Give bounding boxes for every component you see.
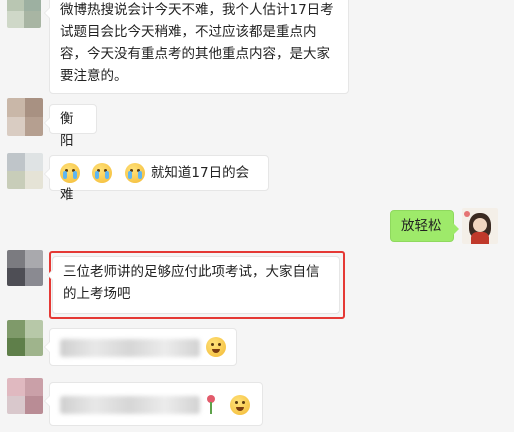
avatar[interactable] <box>7 153 43 189</box>
message-bubble: 衡阳 <box>44 104 97 149</box>
message-bubble <box>44 328 237 366</box>
avatar[interactable] <box>7 0 41 28</box>
message-text: 微博热搜说会计今天不难，我个人估计17日考试题目会比今天稍难，不过应该都是重点内… <box>60 2 334 84</box>
self-message-bubble: 放轻松 <box>390 210 459 242</box>
redacted-text <box>60 396 200 414</box>
crying-emoji-icon <box>92 163 113 183</box>
message-bubble: 微博热搜说会计今天不难，我个人估计17日考试题目会比今天稍难，不过应该都是重点内… <box>44 0 349 94</box>
avatar[interactable] <box>7 98 43 136</box>
avatar[interactable] <box>7 378 43 414</box>
message-text: 三位老师讲的足够应付此项考试，大家自信的上考场吧 <box>63 264 320 302</box>
avatar[interactable] <box>7 250 43 286</box>
message-bubble <box>44 382 263 426</box>
message-bubble: 三位老师讲的足够应付此项考试，大家自信的上考场吧 <box>47 256 340 314</box>
rose-emoji-icon <box>206 395 216 415</box>
crying-emoji-icon <box>124 163 145 183</box>
message-text: 放轻松 <box>401 218 442 234</box>
message-text: 衡阳 <box>60 111 74 149</box>
thinking-emoji-icon <box>206 337 226 357</box>
self-avatar[interactable] <box>462 208 498 244</box>
crying-emoji-icon <box>60 163 80 183</box>
avatar[interactable] <box>7 320 43 356</box>
redacted-text <box>60 339 200 357</box>
message-text: 就知道17日的会难 <box>60 165 250 203</box>
thinking-emoji-icon <box>230 395 250 415</box>
message-bubble: 就知道17日的会难 <box>44 155 269 203</box>
